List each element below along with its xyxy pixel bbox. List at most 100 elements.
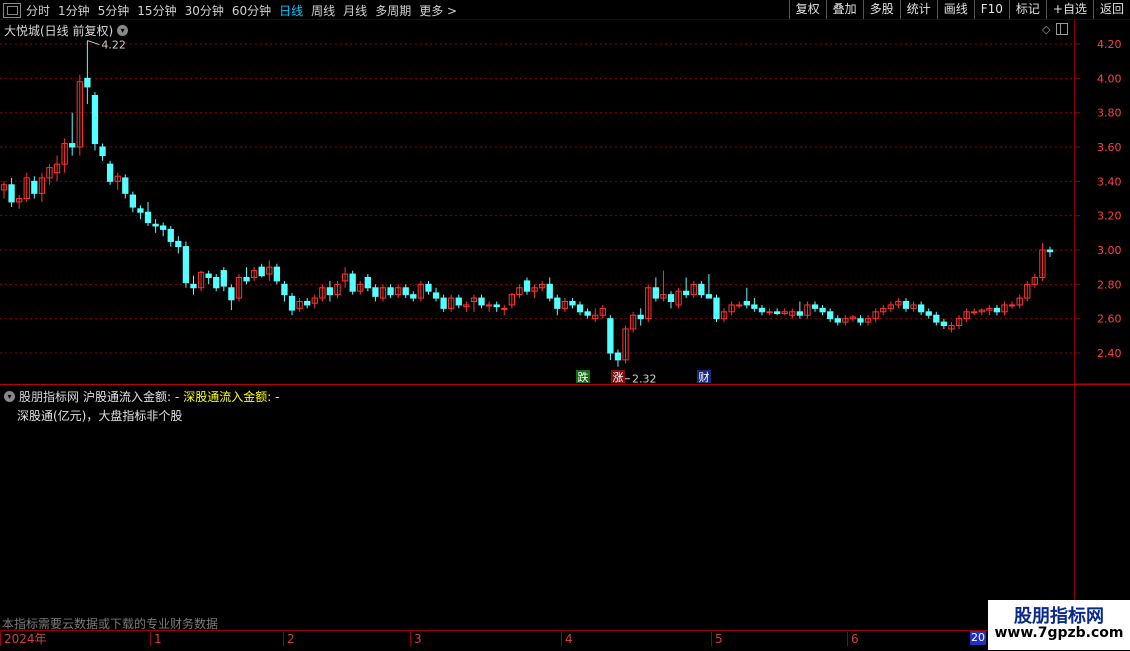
candle-body [190,283,197,289]
y-tick-label: 2.80 [1097,278,1122,291]
candle-body [736,304,743,307]
candle-body [288,295,296,311]
y-tick-label: 4.00 [1097,72,1122,85]
candle-body [228,287,235,301]
candle-body [667,294,675,302]
indicator-label-a: 沪股通流入金额: - [83,390,180,404]
candle-body [349,273,356,292]
sub-panel-title: ▾ 股朋指标网 沪股通流入金额: - 深股通流入金额: - [4,388,279,405]
candle-body [387,287,394,296]
candle-body [811,304,819,309]
date-tick-3: 3 [410,632,422,646]
candle-body [933,314,940,323]
candle-body [917,304,925,313]
date-tick-0: 2024年 [0,632,47,646]
candle-body [758,307,766,313]
candle-body [205,273,212,278]
candle-body [425,283,432,292]
candle-body [1046,249,1054,253]
date-tick-6: 6 [847,632,859,646]
candle-body [940,321,948,327]
candle-body [523,280,531,292]
candle-body [652,287,660,299]
candle-body [152,223,159,227]
candle-body [99,146,106,157]
candle-body [167,228,174,242]
candle-body [485,304,493,307]
candle-body [455,297,462,306]
candle-body [614,352,622,361]
candle-body [8,184,15,203]
candle-body [857,318,864,323]
max-pointer [87,40,100,46]
y-tick-label: 3.80 [1097,107,1122,120]
candle-body [751,304,758,309]
candle-body [137,208,144,213]
candle-body [925,311,932,316]
date-tick-2: 2 [283,632,295,646]
candle-body [698,283,705,296]
indicator-label-b: 深股通流入金额: - [183,390,280,404]
candle-body [569,301,576,306]
candle-body [743,301,750,306]
candle-body [160,225,167,230]
candle-body [1008,304,1016,307]
y-tick-label: 4.20 [1097,38,1122,51]
candle-body [478,297,485,306]
candle-body [220,270,227,287]
candle-body [971,311,978,314]
candle-body [144,211,152,224]
y-tick-label: 2.40 [1097,347,1122,360]
candle-body [91,95,99,145]
candle-body [410,294,417,299]
date-tick-4: 4 [561,632,573,646]
event-mark-0: 跌 [578,370,589,384]
candle-body [493,304,500,308]
y-tick-label: 3.20 [1097,210,1122,223]
candle-body [683,290,690,296]
candle-body [607,318,614,354]
candle-body [796,311,804,316]
candle-body [122,177,129,194]
date-tick-1: 1 [150,632,162,646]
candle-body [584,311,591,316]
date-tick-5: 5 [711,632,723,646]
candle-body [326,287,334,296]
candle-body [554,297,561,309]
panel-separator [0,384,1130,385]
candle-body [766,311,773,314]
candle-body [827,311,834,320]
candle-body [402,287,409,296]
candle-body [993,307,1001,313]
candle-body [364,276,371,289]
max-label: 4.22 [101,39,126,52]
candle-body [432,292,440,299]
candle-body [501,307,508,310]
candle-body [440,297,447,309]
event-mark-1: 涨 [613,371,624,384]
brand-url: www.7gpzb.com [994,625,1124,641]
candle-body [576,304,584,313]
brand-watermark: 股朋指标网 www.7gpzb.com [988,600,1130,650]
candle-body [31,180,38,194]
candle-body [705,294,713,299]
candle-body [713,297,720,320]
candle-body [129,194,137,208]
y-tick-label: 3.00 [1097,244,1122,257]
candle-body [834,318,841,323]
candle-body [243,276,250,282]
event-mark-2: 财 [699,370,710,384]
candlestick-chart[interactable]: 4.20 4.00 3.80 3.60 3.40 3.20 3.00 2.80 2.60 2.40… [0,0,1130,630]
candle-body [304,301,311,306]
candle-body [175,240,182,248]
candle-body [819,307,826,313]
price-axis-separator [1074,20,1075,630]
date-box: 20 [970,631,986,645]
candle-body [902,301,910,309]
candle-body [258,266,265,277]
candle-body [773,311,781,315]
candle-body [546,283,553,299]
date-axis: 2024年 1 2 3 4 5 6 [0,630,1074,651]
chevron-down-icon[interactable]: ▾ [4,391,15,402]
candle-body [106,163,114,182]
